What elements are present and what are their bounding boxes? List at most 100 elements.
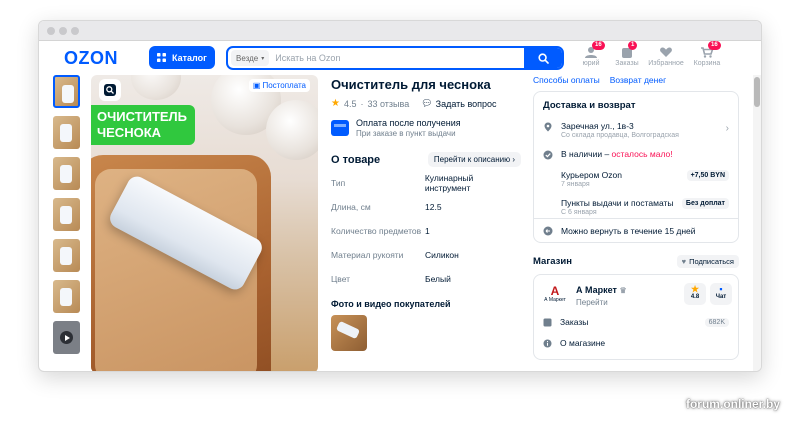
postpay-title: Оплата после получения xyxy=(356,118,461,128)
about-title: О товаре xyxy=(331,153,381,166)
header-cart[interactable]: 16 Корзина xyxy=(687,41,727,67)
chat-bubble-icon: 💬︎ xyxy=(421,98,433,108)
delivery-card: Доставка и возврат Заречная ул., 1в-3 Со… xyxy=(533,91,739,243)
postpay-subtitle: При заказе в пункт выдачи xyxy=(356,129,456,138)
favorites-label: Избранное xyxy=(648,60,684,67)
pickup-price: Без доплат xyxy=(681,198,729,209)
courier-option[interactable]: Курьером Ozon 7 января +7,50 BYN xyxy=(543,170,729,188)
thumbnail-image[interactable] xyxy=(53,198,80,231)
shop-go-link[interactable]: Перейти xyxy=(576,298,608,307)
scrollbar-thumb[interactable] xyxy=(754,77,760,107)
card-icon: ▣ xyxy=(252,81,261,90)
window-dot-close[interactable] xyxy=(47,27,55,35)
catalog-button[interactable]: Каталог xyxy=(149,46,215,69)
location-pin-icon xyxy=(544,122,552,132)
window-dot-minimize[interactable] xyxy=(59,27,67,35)
search-scope-select[interactable]: Везде ▾ xyxy=(231,50,270,66)
window-dot-maximize[interactable] xyxy=(71,27,79,35)
main-product-image[interactable]: ОЧИСТИТЕЛЬ ЧЕСНОКА ▣ Постоплата xyxy=(91,75,318,371)
chevron-down-icon: ▾ xyxy=(261,55,265,62)
shop-name[interactable]: А Маркет ♛ xyxy=(576,285,627,295)
shop-header: Магазин ♥ Подписаться xyxy=(533,255,739,268)
customer-photos-title: Фото и видео покупателей xyxy=(331,299,451,309)
pickup-date: С 6 января xyxy=(561,209,597,216)
thumbnail-image[interactable] xyxy=(53,280,80,313)
courier-price: +7,50 BYN xyxy=(686,170,729,181)
about-shop-row[interactable]: О магазине xyxy=(543,338,729,348)
header-profile[interactable]: 16 юрий xyxy=(571,41,611,67)
watermark: forum.onliner.by xyxy=(685,397,780,411)
return-policy-row[interactable]: Можно вернуть в течение 15 дней xyxy=(534,218,738,242)
courier-label: Курьером Ozon xyxy=(561,170,622,180)
profile-badge: 16 xyxy=(592,41,605,50)
postpay-badge: ▣ Постоплата xyxy=(248,79,310,92)
customer-photo[interactable] xyxy=(331,315,367,351)
star-icon: ★ xyxy=(331,98,340,109)
chat-icon: ▪ xyxy=(719,284,723,294)
thumbnail-image[interactable] xyxy=(53,157,80,190)
spec-row: Материал рукояти Силикон xyxy=(331,250,459,260)
right-column: Способы оплаты Возврат денег Доставка и … xyxy=(533,75,739,360)
address-subtext: Со склада продавца, Волгоградская xyxy=(561,132,679,139)
thumbnail-image[interactable] xyxy=(53,75,80,108)
orders-label: Заказы xyxy=(615,60,639,67)
lens-search-icon xyxy=(104,84,116,96)
header-orders[interactable]: 1 Заказы xyxy=(607,41,647,67)
spec-row: Количество предметов 1 xyxy=(331,226,430,236)
profile-label: юрий xyxy=(582,60,600,67)
shop-logo[interactable]: А А Маркет xyxy=(543,285,567,309)
check-circle-icon xyxy=(543,150,553,160)
garlic-decoration xyxy=(131,75,181,100)
header-favorites[interactable]: Избранное xyxy=(646,46,686,67)
payment-methods-link[interactable]: Способы оплаты xyxy=(533,75,600,85)
chat-button[interactable]: ▪ Чат xyxy=(710,283,732,305)
pickup-option[interactable]: Пункты выдачи и постаматы С 6 января Без… xyxy=(543,198,729,216)
chevron-right-icon: › xyxy=(725,123,729,134)
thumbnail-image[interactable] xyxy=(53,116,80,149)
reviews-link[interactable]: 33 отзыва xyxy=(367,99,409,109)
thumbnail-image[interactable] xyxy=(53,239,80,272)
site-header: OZON Каталог Везде ▾ Искать на Ozon 16 ю… xyxy=(39,41,755,75)
stock-low-warning: осталось мало! xyxy=(611,149,673,159)
search-input[interactable] xyxy=(275,53,524,63)
browser-window: OZON Каталог Везде ▾ Искать на Ozon 16 ю… xyxy=(38,20,762,372)
star-icon: ★ xyxy=(690,284,700,294)
payment-links: Способы оплаты Возврат денег xyxy=(533,75,739,85)
catalog-label: Каталог xyxy=(172,52,207,63)
crown-icon: ♛ xyxy=(619,286,627,295)
grid-icon xyxy=(157,53,166,62)
search-button[interactable] xyxy=(524,48,562,68)
courier-date: 7 января xyxy=(561,181,590,188)
thumbnail-video[interactable] xyxy=(53,321,80,354)
stock-row: В наличии – осталось мало! xyxy=(543,149,729,160)
thumbnail-strip xyxy=(53,75,83,362)
refund-link[interactable]: Возврат денег xyxy=(610,75,666,85)
play-icon xyxy=(60,331,73,344)
image-search-button[interactable] xyxy=(99,79,121,101)
page-scrollbar[interactable] xyxy=(753,75,761,371)
ask-question-link[interactable]: 💬︎ Задать вопрос xyxy=(421,98,496,109)
shop-orders-row[interactable]: Заказы 682K xyxy=(543,317,729,327)
ozon-logo[interactable]: OZON xyxy=(64,48,118,69)
return-policy-text: Можно вернуть в течение 15 дней xyxy=(561,225,696,236)
rating-value: 4.5 xyxy=(343,98,357,109)
spec-row: Тип Кулинарный инструмент xyxy=(331,173,474,193)
card-icon xyxy=(331,120,349,136)
address-row[interactable]: Заречная ул., 1в-3 Со склада продавца, В… xyxy=(543,121,729,139)
garlic-decoration xyxy=(266,100,318,160)
postpay-info[interactable]: Оплата после получения При заказе в пунк… xyxy=(331,118,555,138)
address-text: Заречная ул., 1в-3 xyxy=(561,121,634,131)
subscribe-button[interactable]: ♥ Подписаться xyxy=(676,255,739,268)
spec-row: Длина, см 12.5 xyxy=(331,202,442,212)
spec-row: Цвет Белый xyxy=(331,274,451,284)
shop-rating-box[interactable]: ★ 4.8 xyxy=(684,283,706,305)
shop-orders-label: Заказы xyxy=(560,317,589,327)
go-to-description-button[interactable]: Перейти к описанию › xyxy=(427,152,521,167)
info-icon xyxy=(543,339,552,347)
rating-row: ★ 4.5 · 33 отзыва 💬︎ Задать вопрос xyxy=(331,98,497,109)
shop-rating: 4.8 xyxy=(690,294,700,300)
stock-status: В наличии xyxy=(561,149,603,159)
shop-orders-count: 682K xyxy=(704,317,729,327)
pickup-label: Пункты выдачи и постаматы xyxy=(561,198,674,208)
search-bar: Везде ▾ xyxy=(226,46,564,70)
